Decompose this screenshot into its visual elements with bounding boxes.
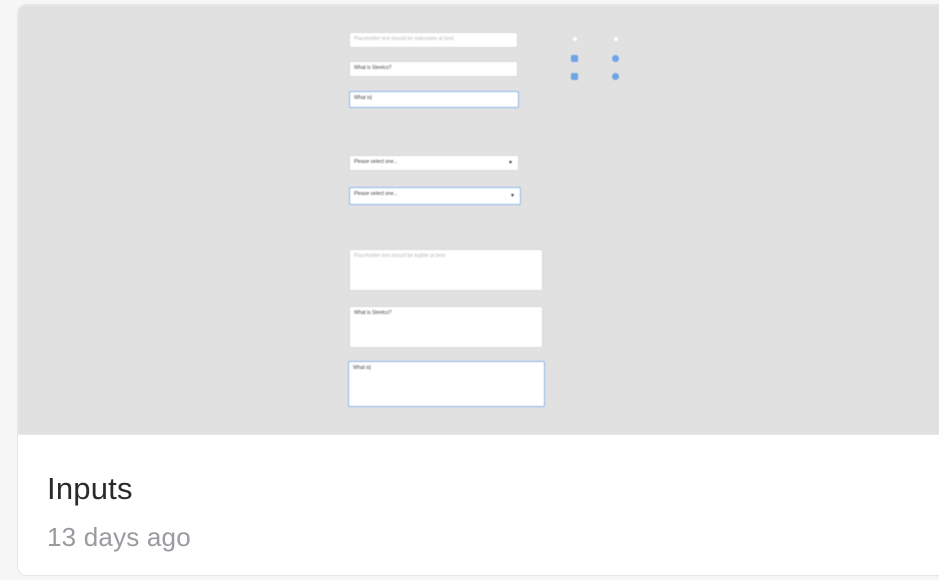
preview-text-input-placeholder: Placeholder text should be noticeable at… — [349, 32, 518, 48]
file-title[interactable]: Inputs — [47, 471, 133, 507]
preview-checkbox-checked — [571, 55, 578, 62]
preview-text-input-focused: What is| — [349, 91, 519, 108]
preview-radio-focused — [612, 73, 619, 80]
preview-select-label: Please select one... — [354, 159, 398, 165]
select-caret-icon: ▾ — [508, 160, 512, 166]
select-caret-icon: ▾ — [510, 193, 514, 199]
preview-checkbox-empty — [573, 37, 577, 41]
file-modified-time: 13 days ago — [47, 522, 191, 552]
preview-textarea-placeholder: Placeholder text should be legible at be… — [349, 249, 543, 291]
preview-select-focused: Please select one... ▾ — [349, 187, 521, 205]
preview-radio-checked — [612, 55, 619, 62]
file-thumbnail: Placeholder text should be noticeable at… — [18, 5, 939, 435]
file-info: Inputs 13 days ago — [18, 435, 939, 575]
preview-textarea-filled: What is Steelco? — [349, 306, 543, 348]
preview-select-focused-label: Please select one... — [354, 191, 398, 197]
preview-textarea-focused: What is| — [348, 361, 545, 407]
preview-checkbox-focused — [571, 73, 578, 80]
preview-radio-empty — [614, 37, 618, 41]
file-card[interactable]: Placeholder text should be noticeable at… — [17, 4, 939, 576]
preview-text-input-filled: What is Steelco? — [349, 61, 518, 77]
preview-select: Please select one... ▾ — [349, 155, 519, 171]
